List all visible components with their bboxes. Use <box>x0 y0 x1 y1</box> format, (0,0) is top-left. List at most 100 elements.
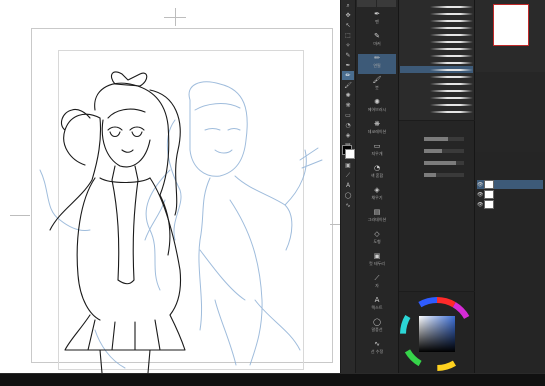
auto-select-icon[interactable]: ✧ <box>342 41 354 50</box>
brush-preset[interactable] <box>400 73 473 80</box>
brush-preset[interactable] <box>400 3 473 10</box>
brush-stroke-preview <box>430 47 473 50</box>
subtool-label: 말풍선 <box>371 327 383 332</box>
subtool-label: 펜 <box>375 19 379 24</box>
layer-panel: 👁 👁 👁 <box>475 152 545 373</box>
subtool-tab-1[interactable] <box>357 0 376 7</box>
subtool-item[interactable]: 🖌 붓 <box>358 76 396 96</box>
pen-icon[interactable]: ✒ <box>342 61 354 70</box>
subtool-item[interactable]: ✒ 펜 <box>358 10 396 30</box>
brush-tool-icon: 🖌 <box>372 76 382 84</box>
brush-preset[interactable] <box>400 108 473 115</box>
brush-preset[interactable] <box>400 24 473 31</box>
blend-icon[interactable]: ◔ <box>342 121 354 130</box>
gradient-tool-icon: ▤ <box>373 208 381 216</box>
text-tool-icon: A <box>374 296 380 304</box>
selection-icon[interactable]: ⬚ <box>342 31 354 40</box>
brush-preset[interactable] <box>400 52 473 59</box>
navigator-panel <box>475 0 545 72</box>
brush-stroke-preview <box>430 103 473 106</box>
subtool-item[interactable]: ◈ 채우기 <box>358 186 396 206</box>
subtool-item[interactable]: ⟋ 자 <box>358 274 396 294</box>
navigator-thumbnail[interactable] <box>493 4 529 46</box>
sub-color-swatch[interactable] <box>345 149 355 159</box>
brush-stroke-preview <box>430 19 473 22</box>
layer-row[interactable]: 👁 <box>477 200 543 209</box>
eye-icon[interactable]: 👁 <box>477 182 484 188</box>
decoration-icon[interactable]: ❋ <box>342 101 354 110</box>
brush-stroke-preview <box>430 5 473 8</box>
brush-preset[interactable] <box>400 66 473 73</box>
pencil-icon[interactable]: ✏ <box>342 71 354 80</box>
subtool-item[interactable]: ✺ 에어브러시 <box>358 98 396 118</box>
subtool-item[interactable]: ▣ 컷 테두리 <box>358 252 396 272</box>
subtool-label: 그라데이션 <box>367 217 387 222</box>
color-wheel[interactable] <box>399 292 474 373</box>
brush-stroke-preview <box>430 12 473 15</box>
subtool-item[interactable]: ▤ 그라데이션 <box>358 208 396 228</box>
layer-row[interactable]: 👁 <box>477 190 543 199</box>
sub-tool-palette: ✒ 펜 ✎ 마커 ✏ 연필 🖌 붓 ✺ 에어브러시 ❋ 데코레이션 ▭ 지우개 ◔ 색 혼합 ◈ 채우기 ▤ 그라데이… <box>356 0 399 373</box>
property-slider[interactable] <box>424 173 464 177</box>
text-icon[interactable]: A <box>342 181 354 190</box>
brush-preset[interactable] <box>400 45 473 52</box>
operation-icon[interactable]: ↖ <box>342 21 354 30</box>
subtool-item[interactable]: ◇ 도형 <box>358 230 396 250</box>
marker-tool-icon: ✎ <box>374 32 380 40</box>
property-slider-fill <box>424 173 436 177</box>
subtool-item[interactable]: ◯ 말풍선 <box>358 318 396 338</box>
subtool-item[interactable]: ◔ 색 혼합 <box>358 164 396 184</box>
layer-row[interactable]: 👁 <box>477 180 543 189</box>
fill-icon[interactable]: ◈ <box>342 131 354 140</box>
subtool-item[interactable]: ✎ 마커 <box>358 32 396 52</box>
subtool-item[interactable]: A 텍스트 <box>358 296 396 316</box>
property-slider[interactable] <box>424 161 464 165</box>
brush-stroke-preview <box>430 54 473 57</box>
brush-preset[interactable] <box>400 87 473 94</box>
frame-icon[interactable]: ▣ <box>342 161 354 170</box>
airbrush-icon[interactable]: ✺ <box>342 91 354 100</box>
property-slider[interactable] <box>424 137 464 141</box>
brush-stroke-preview <box>430 40 473 43</box>
brush-preset[interactable] <box>400 94 473 101</box>
tool-property-row[interactable] <box>402 147 471 155</box>
brush-stroke-preview <box>430 68 473 71</box>
eye-icon[interactable]: 👁 <box>477 202 484 208</box>
brush-preset[interactable] <box>400 101 473 108</box>
brush-stroke-preview <box>430 82 473 85</box>
line-correct-icon[interactable]: ∿ <box>342 201 354 210</box>
brush-preset[interactable] <box>400 17 473 24</box>
subtool-label: 데코레이션 <box>367 129 387 134</box>
brush-icon[interactable]: 🖌 <box>342 81 354 90</box>
layer-thumbnail <box>484 180 494 189</box>
eye-icon[interactable]: 👁 <box>477 192 484 198</box>
brush-preset[interactable] <box>400 38 473 45</box>
tool-property-row[interactable] <box>402 171 471 179</box>
fill-tool-icon: ◈ <box>374 186 380 194</box>
tool-property-row[interactable] <box>402 159 471 167</box>
subtool-item[interactable]: ▭ 지우개 <box>358 142 396 162</box>
eraser-tool-icon: ▭ <box>373 142 381 150</box>
zoom-icon[interactable]: ⌕ <box>342 1 354 10</box>
layer-property-panel <box>475 72 545 152</box>
property-slider[interactable] <box>424 149 464 153</box>
subtool-label: 선 수정 <box>370 349 384 354</box>
balloon-icon[interactable]: ◯ <box>342 191 354 200</box>
brush-preset[interactable] <box>400 10 473 17</box>
eyedropper-icon[interactable]: ✎ <box>342 51 354 60</box>
tool-property-row[interactable] <box>402 135 471 143</box>
move-icon[interactable]: ✥ <box>342 11 354 20</box>
ruler-icon[interactable]: ⟋ <box>342 171 354 180</box>
brush-preset[interactable] <box>400 31 473 38</box>
subtool-item[interactable]: ∿ 선 수정 <box>358 340 396 360</box>
brush-preset[interactable] <box>400 59 473 66</box>
brush-list <box>399 0 475 120</box>
subtool-item[interactable]: ✏ 연필 <box>358 54 396 74</box>
drawing-canvas[interactable] <box>0 0 340 373</box>
subtool-item[interactable]: ❋ 데코레이션 <box>358 120 396 140</box>
decoration-tool-icon: ❋ <box>374 120 380 128</box>
subtool-tab-2[interactable] <box>377 0 396 7</box>
eraser-icon[interactable]: ▭ <box>342 111 354 120</box>
subtool-label: 연필 <box>373 63 381 68</box>
brush-preset[interactable] <box>400 80 473 87</box>
